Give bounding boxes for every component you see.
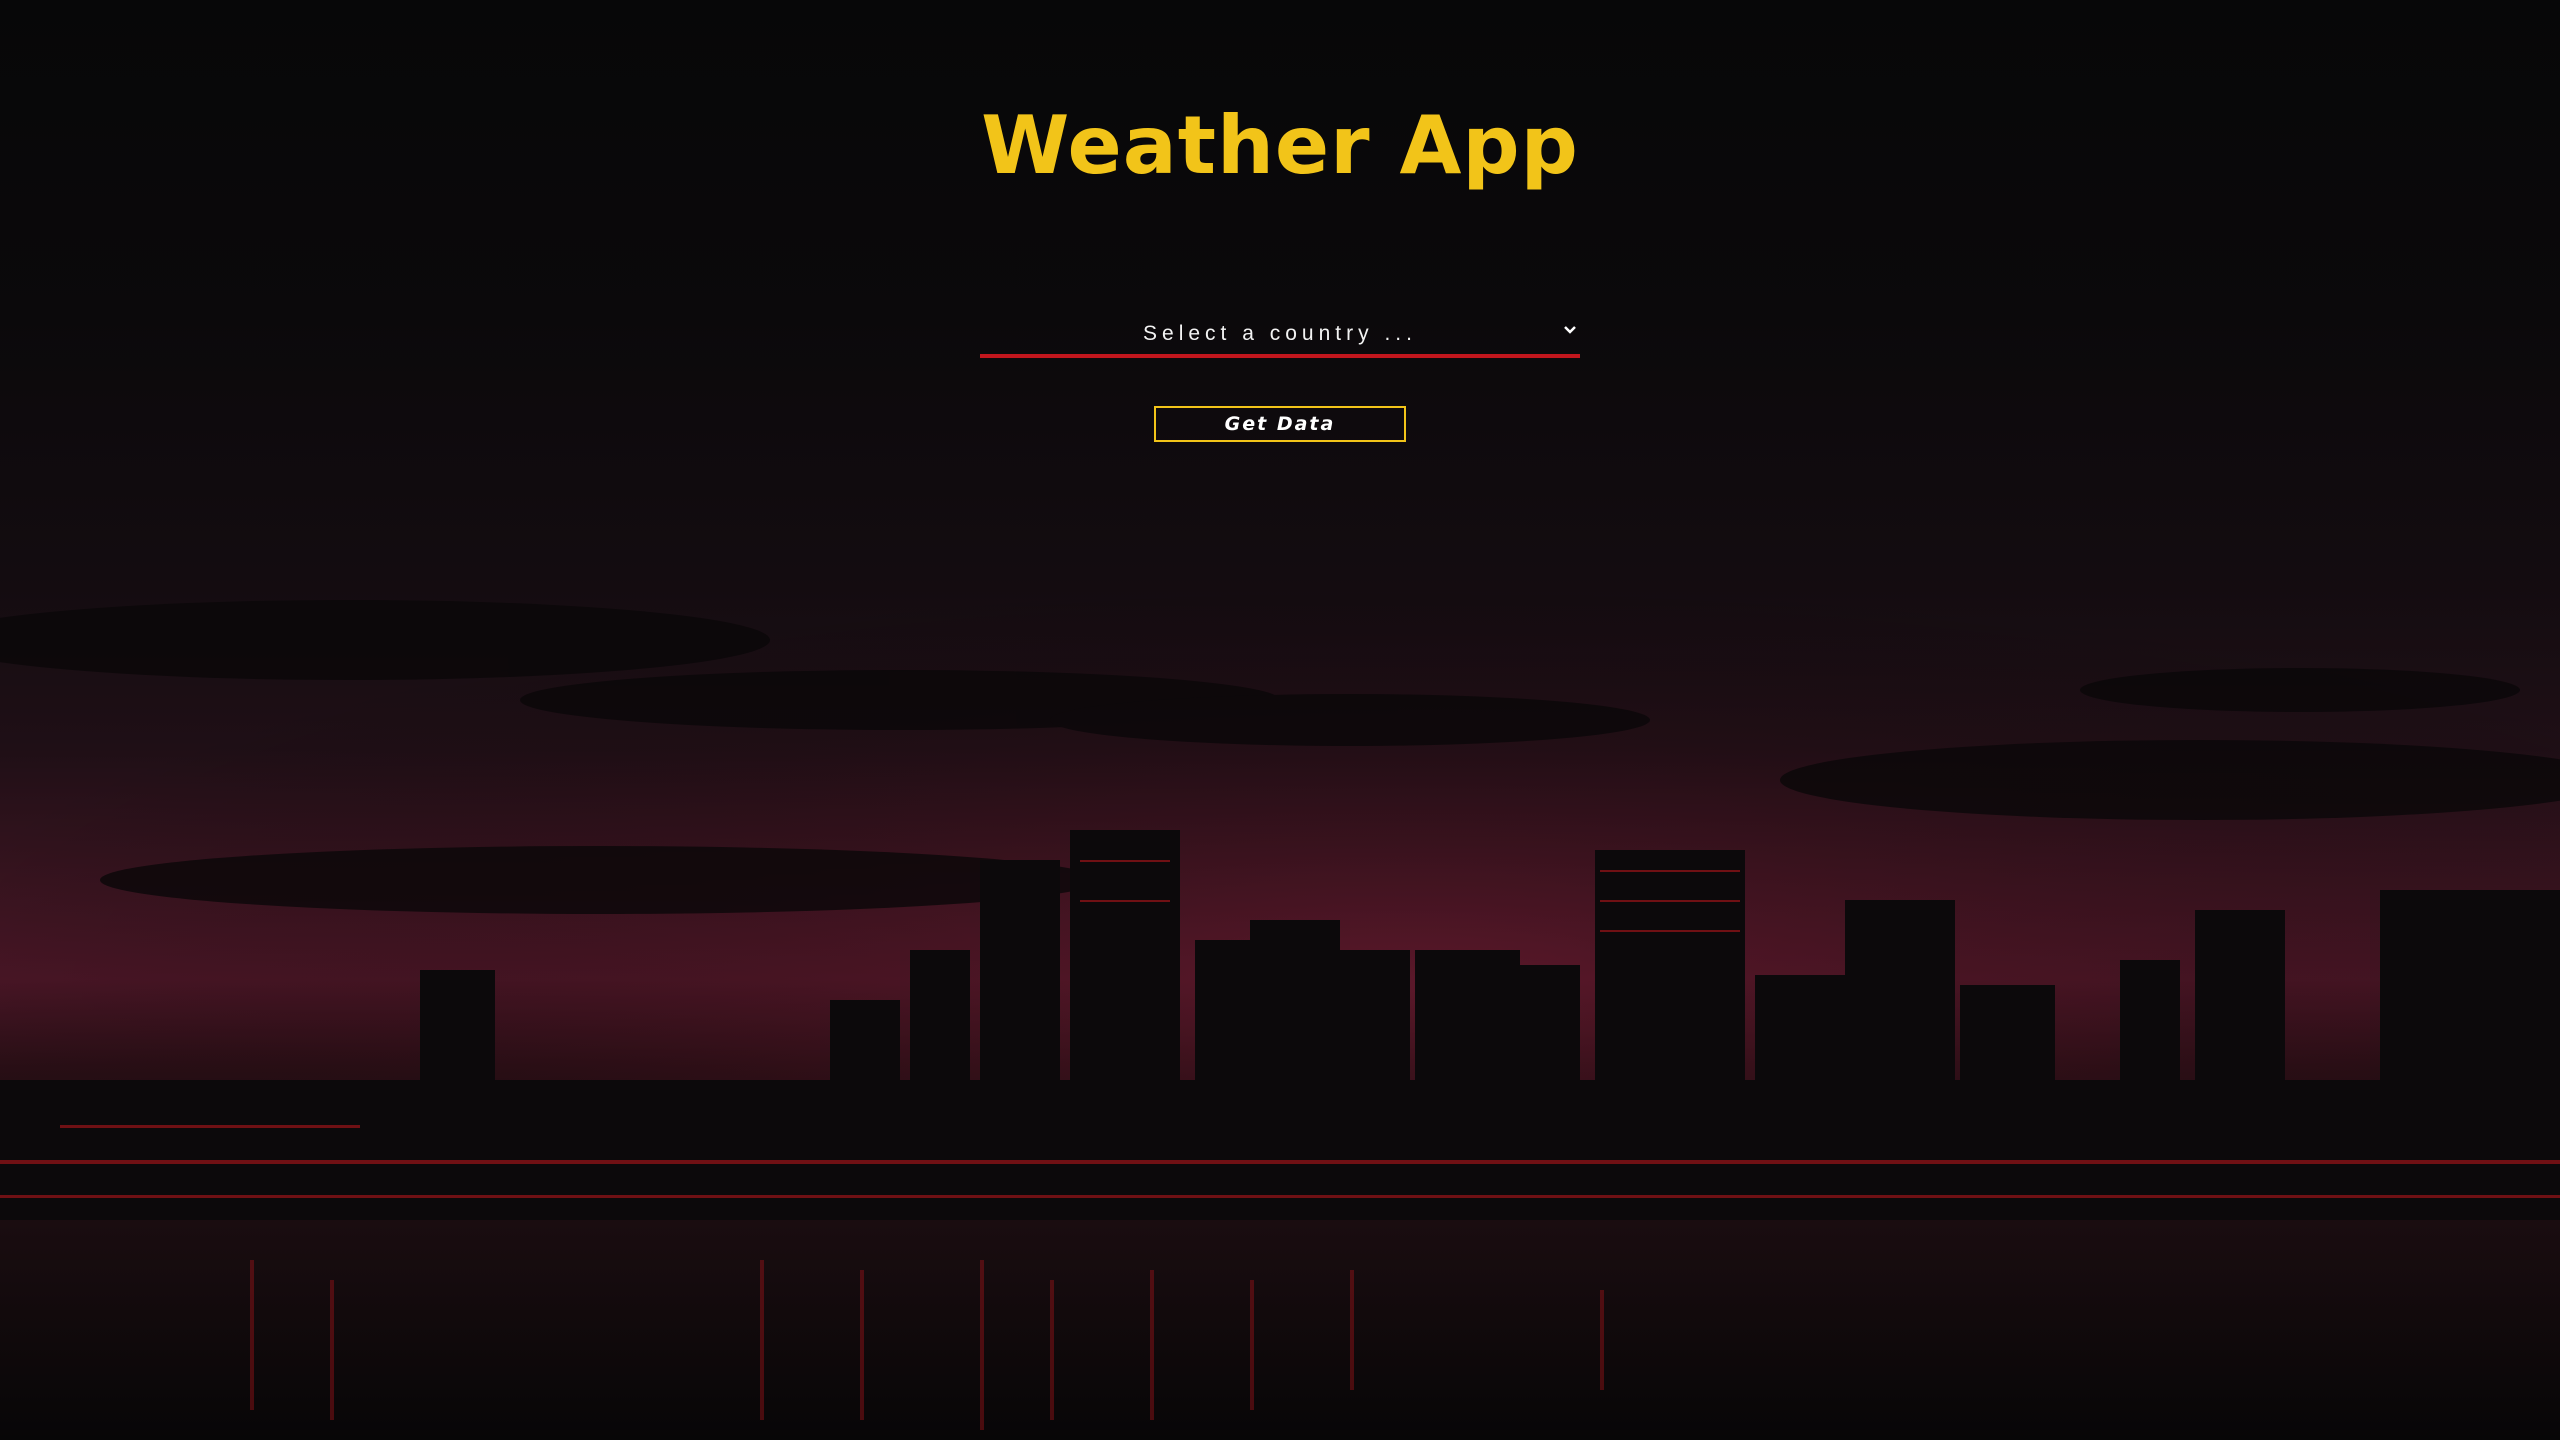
chevron-down-icon [1564, 326, 1576, 334]
get-data-button[interactable]: Get Data [1154, 406, 1406, 442]
country-select[interactable]: Select a country ... [980, 314, 1580, 358]
country-select-label: Select a country ... [1143, 322, 1417, 345]
main-content: Weather App Select a country ... Get Dat… [0, 0, 2560, 442]
page: Weather App Select a country ... Get Dat… [0, 0, 2560, 1440]
app-title: Weather App [981, 99, 1579, 192]
